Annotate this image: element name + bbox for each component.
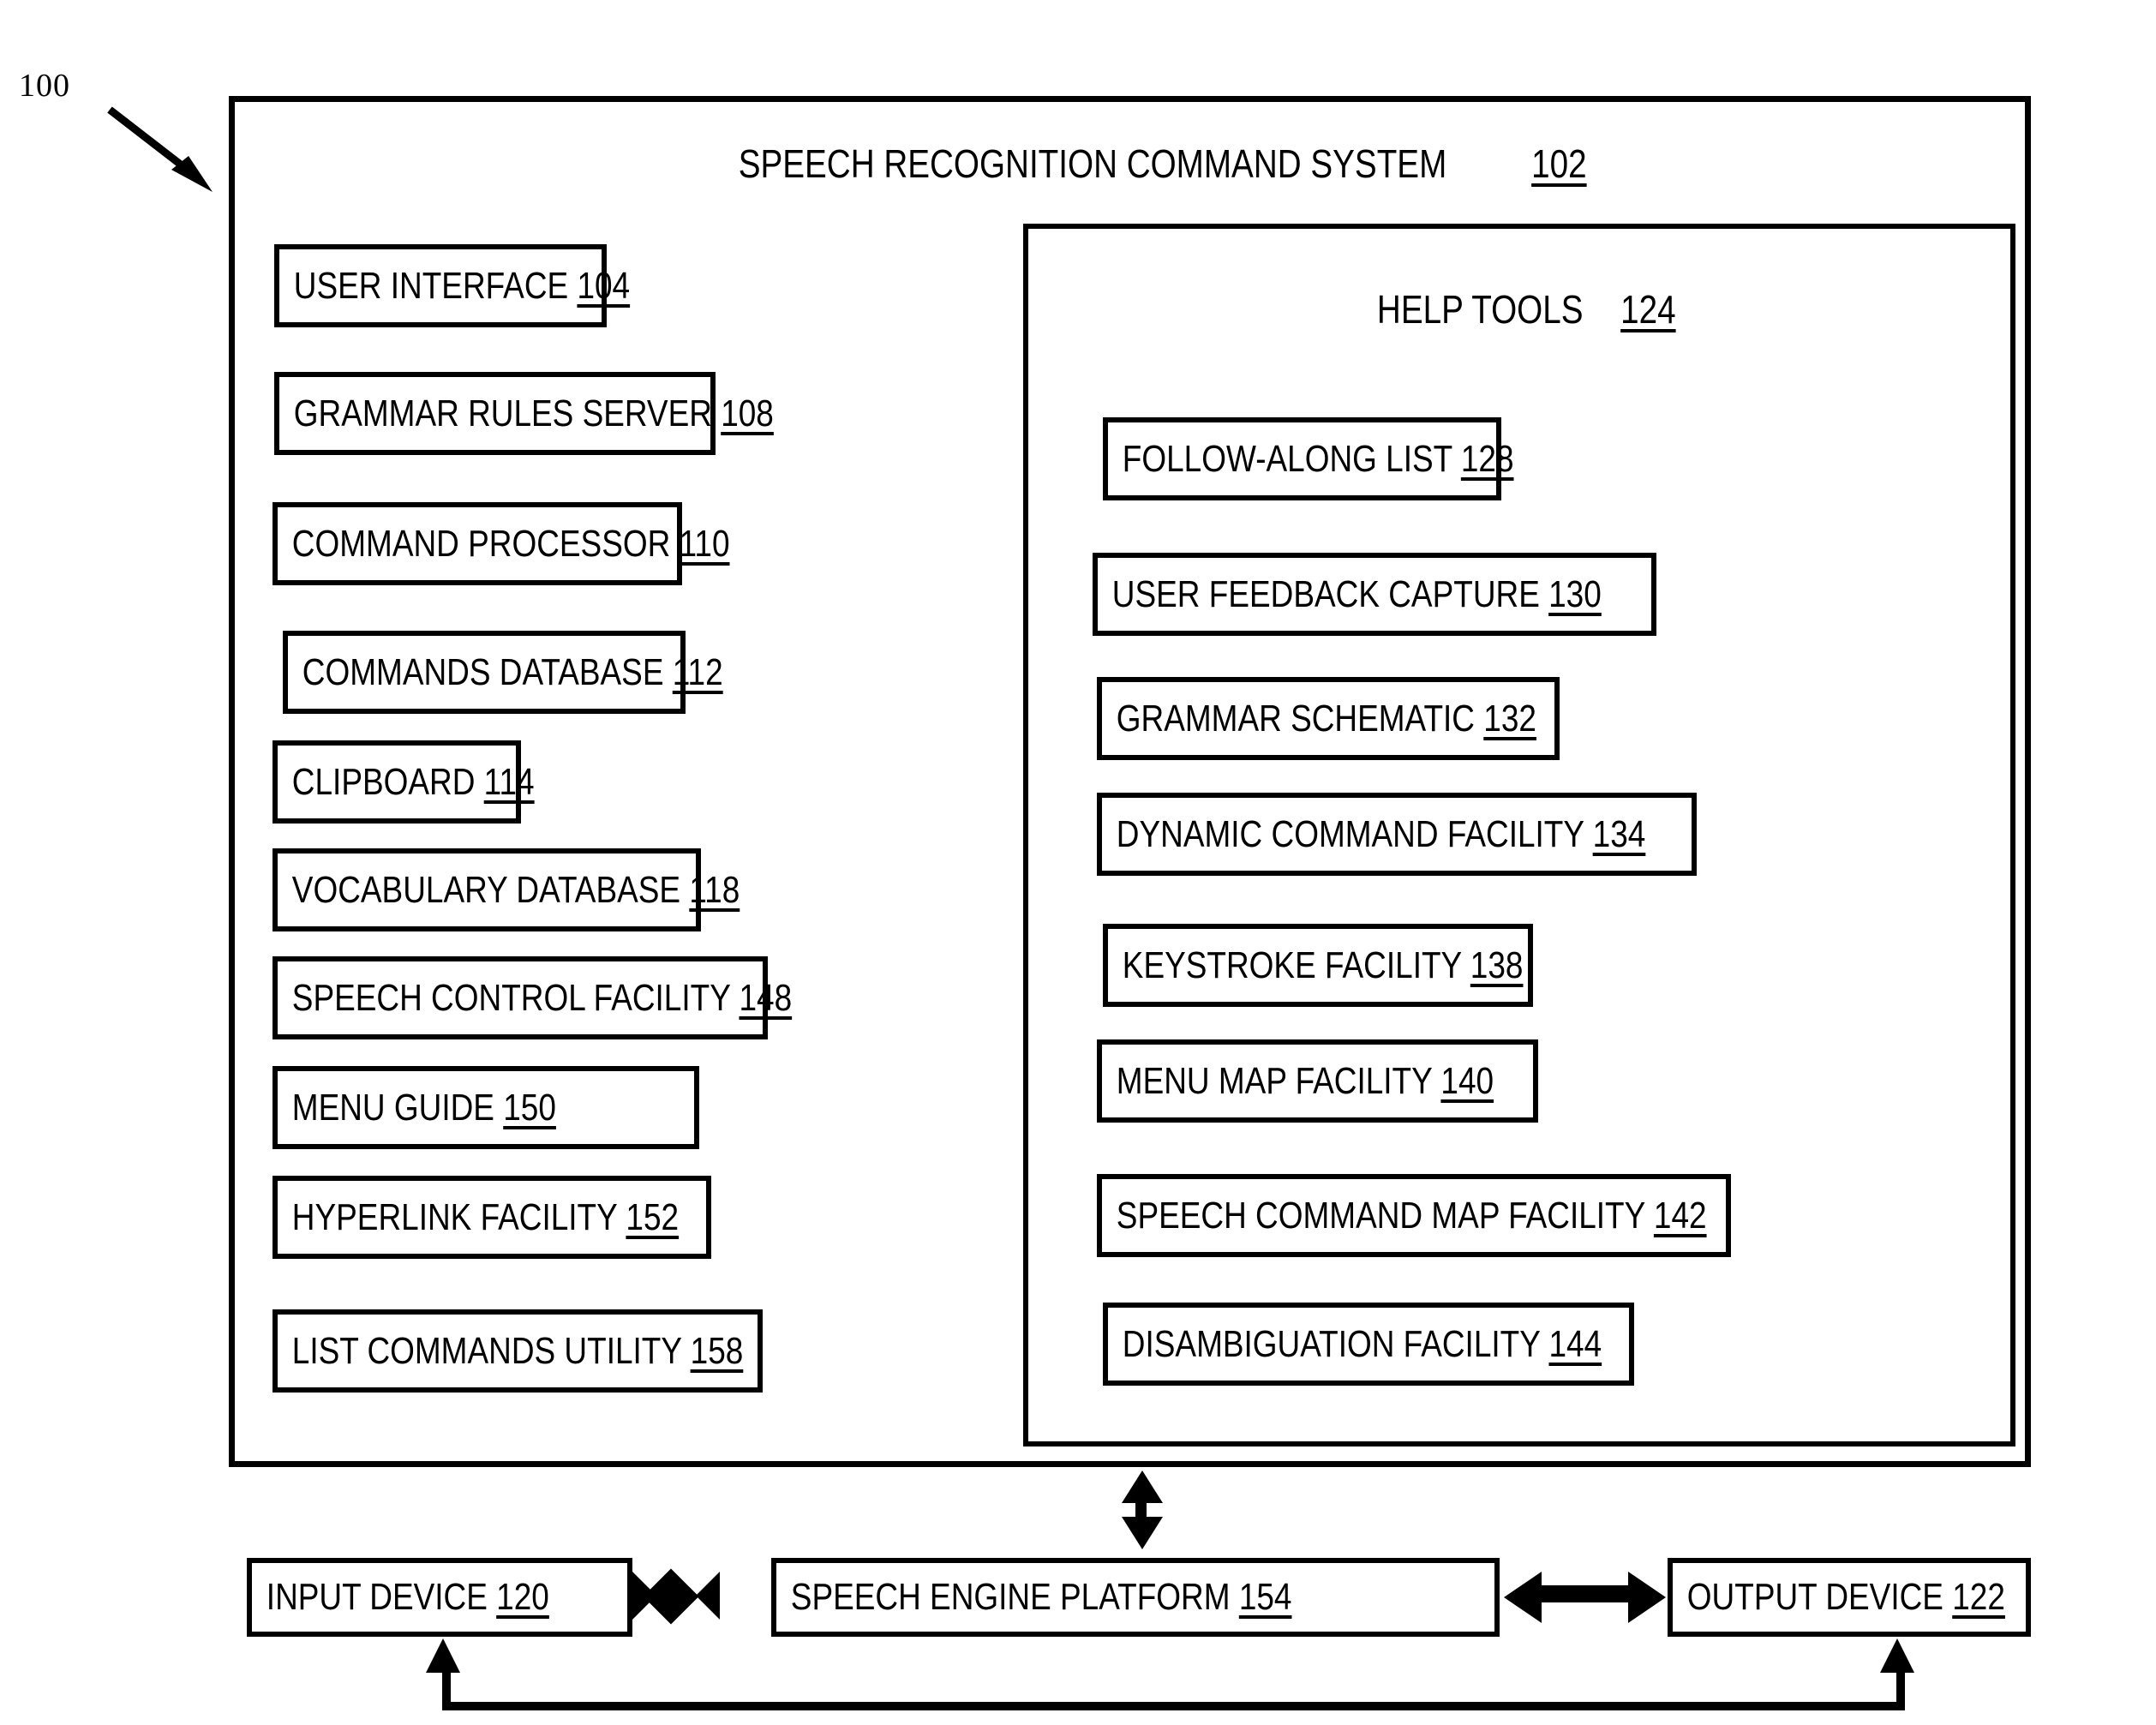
system-engine-arrow-up-head: [1122, 1470, 1163, 1503]
engine-output-arrow-shaft: [1538, 1585, 1637, 1602]
node-clipboard-text: CLIPBOARD 114: [291, 760, 535, 803]
node-menu-map-facility[interactable]: MENU MAP FACILITY 140: [1097, 1039, 1538, 1123]
node-input-device-text: INPUT DEVICE 120: [266, 1576, 549, 1618]
node-grammar-schematic-text: GRAMMAR SCHEMATIC 132: [1116, 697, 1536, 740]
node-menu-guide-text: MENU GUIDE 150: [291, 1086, 556, 1129]
node-follow-along-list[interactable]: FOLLOW-ALONG LIST 128: [1103, 417, 1514, 500]
engine-output-arrow-left-head: [1504, 1572, 1542, 1623]
node-vocabulary-database-text: VOCABULARY DATABASE 118: [291, 868, 740, 911]
node-speech-command-map-facility[interactable]: SPEECH COMMAND MAP FACILITY 142: [1097, 1174, 1731, 1257]
figure-canvas: 100 SPEECH RECOGNITION COMMAND SYSTEM 102…: [0, 0, 2156, 1725]
node-clipboard[interactable]: CLIPBOARD 114: [272, 740, 535, 824]
node-command-processor-text: COMMAND PROCESSOR 110: [291, 522, 730, 565]
node-list-commands-utility-text: LIST COMMANDS UTILITY 158: [291, 1329, 744, 1372]
node-speech-engine-platform[interactable]: SPEECH ENGINE PLATFORM 154: [771, 1558, 1500, 1637]
help-tools-title-number: 124: [1620, 287, 1676, 332]
node-follow-along-list-text: FOLLOW-ALONG LIST 128: [1122, 437, 1514, 480]
node-input-device[interactable]: INPUT DEVICE 120: [247, 1558, 632, 1637]
node-keystroke-facility-text: KEYSTROKE FACILITY 138: [1122, 943, 1524, 986]
node-disambiguation-facility-text: DISAMBIGUATION FACILITY 144: [1122, 1322, 1602, 1365]
node-dynamic-command-facility[interactable]: DYNAMIC COMMAND FACILITY 134: [1097, 793, 1697, 876]
node-speech-control-facility[interactable]: SPEECH CONTROL FACILITY 148: [272, 956, 792, 1039]
node-hyperlink-facility-text: HYPERLINK FACILITY 152: [291, 1195, 680, 1238]
node-hyperlink-facility[interactable]: HYPERLINK FACILITY 152: [272, 1176, 711, 1259]
node-speech-engine-platform-text: SPEECH ENGINE PLATFORM 154: [790, 1576, 1292, 1618]
feedback-input-arrow-head: [426, 1638, 460, 1673]
system-title-number: 102: [1530, 141, 1587, 186]
help-tools-title: HELP TOOLS 124: [1023, 290, 2015, 329]
node-output-device-text: OUTPUT DEVICE 122: [1686, 1576, 2005, 1618]
feedback-input-riser: [442, 1669, 451, 1705]
node-commands-database-text: COMMANDS DATABASE 112: [302, 650, 723, 693]
input-engine-arrow-left-head: [632, 1572, 656, 1620]
help-tools-title-label: HELP TOOLS: [1377, 287, 1584, 332]
engine-output-arrow-right-head: [1628, 1572, 1666, 1623]
node-output-device[interactable]: OUTPUT DEVICE 122: [1668, 1558, 2031, 1637]
node-keystroke-facility[interactable]: KEYSTROKE FACILITY 138: [1103, 924, 1533, 1007]
node-speech-control-facility-text: SPEECH CONTROL FACILITY 148: [291, 976, 793, 1019]
node-user-feedback-capture-text: USER FEEDBACK CAPTURE 130: [1111, 572, 1602, 615]
node-disambiguation-facility[interactable]: DISAMBIGUATION FACILITY 144: [1103, 1303, 1634, 1386]
input-engine-arrow-right-head: [696, 1572, 720, 1620]
figure-callout-number: 100: [19, 68, 70, 104]
node-grammar-rules-server-text: GRAMMAR RULES SERVER 108: [293, 392, 774, 434]
node-command-processor[interactable]: COMMAND PROCESSOR 110: [272, 502, 730, 585]
node-menu-guide[interactable]: MENU GUIDE 150: [272, 1066, 699, 1149]
system-engine-arrow-down-head: [1122, 1517, 1163, 1549]
node-user-interface-text: USER INTERFACE 104: [293, 264, 631, 307]
feedback-output-riser: [1896, 1669, 1905, 1705]
system-title: SPEECH RECOGNITION COMMAND SYSTEM 102: [514, 144, 1748, 183]
system-title-label: SPEECH RECOGNITION COMMAND SYSTEM: [738, 141, 1446, 186]
feedback-bus-line: [442, 1702, 1905, 1710]
node-user-interface[interactable]: USER INTERFACE 104: [274, 244, 630, 327]
feedback-output-arrow-head: [1880, 1638, 1914, 1673]
node-list-commands-utility[interactable]: LIST COMMANDS UTILITY 158: [272, 1309, 763, 1393]
node-vocabulary-database[interactable]: VOCABULARY DATABASE 118: [272, 848, 740, 931]
node-dynamic-command-facility-text: DYNAMIC COMMAND FACILITY 134: [1116, 812, 1646, 855]
node-speech-command-map-facility-text: SPEECH COMMAND MAP FACILITY 142: [1116, 1194, 1707, 1237]
node-menu-map-facility-text: MENU MAP FACILITY 140: [1116, 1059, 1494, 1102]
node-user-feedback-capture[interactable]: USER FEEDBACK CAPTURE 130: [1093, 553, 1656, 636]
node-commands-database[interactable]: COMMANDS DATABASE 112: [283, 631, 723, 714]
figure-callout-arrow: [107, 106, 213, 192]
node-grammar-schematic[interactable]: GRAMMAR SCHEMATIC 132: [1097, 677, 1560, 760]
node-grammar-rules-server[interactable]: GRAMMAR RULES SERVER 108: [274, 372, 774, 455]
